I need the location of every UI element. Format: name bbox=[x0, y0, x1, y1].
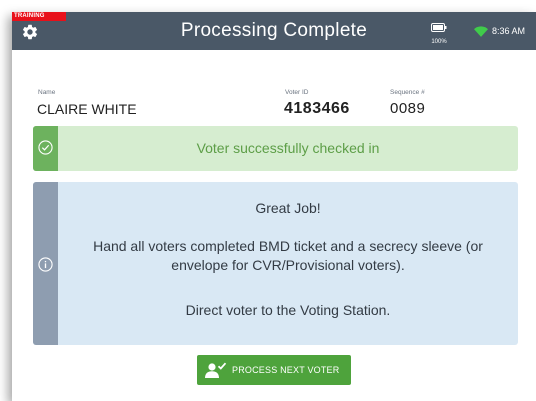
success-message: Voter successfully checked in bbox=[196, 140, 380, 156]
success-alert-sidebar bbox=[33, 126, 58, 171]
check-circle-icon bbox=[38, 140, 53, 155]
info-panel: Great Job! Hand all voters completed BMD… bbox=[33, 182, 518, 345]
user-check-icon bbox=[205, 362, 227, 378]
header-bar: Processing Complete TRAINING 100% 8:36 A… bbox=[12, 12, 536, 50]
info-heading: Great Job! bbox=[255, 200, 321, 216]
battery-icon bbox=[431, 23, 447, 32]
info-circle-icon bbox=[38, 257, 53, 272]
info-direction: Direct voter to the Voting Station. bbox=[185, 302, 391, 318]
sequence-label: Sequence # bbox=[390, 89, 425, 96]
gear-icon[interactable] bbox=[21, 23, 39, 41]
page-title: Processing Complete bbox=[180, 20, 368, 41]
info-panel-sidebar bbox=[33, 182, 58, 345]
success-alert: Voter successfully checked in bbox=[33, 126, 518, 171]
process-next-voter-label: PROCESS NEXT VOTER bbox=[232, 365, 340, 375]
clock: 8:36 AM bbox=[492, 26, 526, 36]
voter-id-label: Voter ID bbox=[285, 89, 309, 96]
voter-name: CLAIRE WHITE bbox=[37, 101, 137, 117]
info-instructions: Hand all voters completed BMD ticket and… bbox=[93, 238, 483, 273]
battery-indicator: 100% bbox=[427, 19, 451, 46]
sequence-number: 0089 bbox=[390, 100, 426, 117]
app-window: Processing Complete TRAINING 100% 8:36 A… bbox=[12, 12, 536, 401]
process-next-voter-button[interactable]: PROCESS NEXT VOTER bbox=[197, 355, 351, 385]
wifi-icon bbox=[474, 26, 488, 37]
training-badge: TRAINING bbox=[12, 12, 66, 21]
name-label: Name bbox=[38, 89, 56, 96]
battery-percent: 100% bbox=[431, 39, 447, 45]
voter-id: 4183466 bbox=[284, 100, 350, 117]
